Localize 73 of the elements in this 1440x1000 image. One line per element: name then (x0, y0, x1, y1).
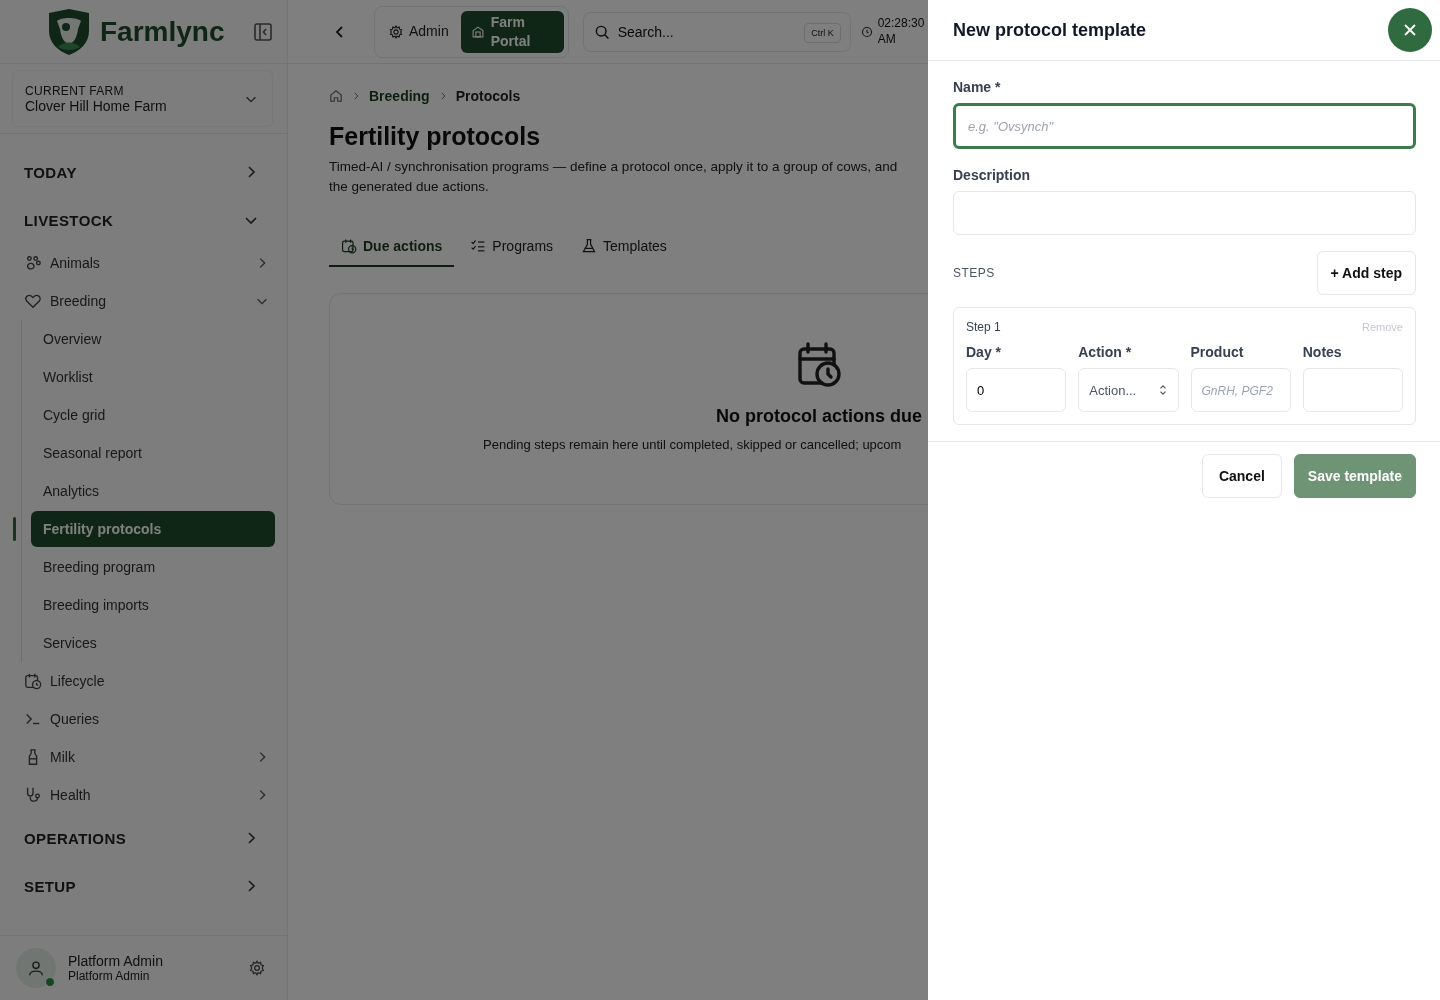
page-description: the generated due actions. (329, 178, 489, 196)
drawer-title: New protocol template (953, 19, 1147, 41)
collapse-sidebar-icon[interactable] (253, 21, 273, 42)
settings-icon[interactable] (249, 960, 265, 976)
portal-tab[interactable]: Farm Portal (460, 10, 564, 53)
nav-subitem[interactable]: Breeding program (31, 549, 275, 585)
clock-time: 02:28:30 AM (877, 15, 926, 48)
section-label: STEPS (953, 266, 995, 280)
calendar-clock-icon (341, 238, 357, 254)
nav-section[interactable]: LIVESTOCK (0, 196, 275, 244)
portal-tab[interactable]: Admin (379, 10, 459, 53)
text-field[interactable]: e.g. "Ovsynch" (953, 103, 1416, 149)
action-select[interactable]: Action... (1078, 368, 1179, 412)
breadcrumb-current: Protocols (455, 88, 521, 104)
farm-selector[interactable]: CURRENT FARM Clover Hill Home Farm (12, 70, 273, 127)
step-title: Step 1 (966, 320, 1001, 334)
nav-subitem[interactable]: Overview (31, 321, 275, 357)
user-icon (27, 959, 45, 977)
tab[interactable]: Due actions (329, 227, 455, 267)
empty-state-text: Pending steps remain here until completed, skipped or cancelled; upcom (483, 437, 902, 452)
close-button[interactable] (1388, 8, 1432, 52)
close-icon (1402, 22, 1418, 38)
chevron-right-icon (351, 91, 361, 101)
empty-state-title: No protocol actions due (716, 406, 922, 427)
nav-subitem[interactable]: Cycle grid (31, 397, 275, 433)
nav-section[interactable]: SETUP (0, 862, 275, 910)
field-label: Product (1190, 344, 1245, 360)
tab[interactable]: Templates (569, 227, 679, 267)
settings-icon (389, 24, 403, 39)
nav-subitem[interactable]: Fertility protocols (31, 511, 275, 547)
nav-item[interactable]: Milk (0, 738, 275, 776)
tab[interactable]: Programs (458, 227, 566, 267)
page-description: Timed-AI / synchronisation programs — define a protocol once, apply it to a group of cows, and (329, 158, 898, 176)
active-indicator (13, 517, 16, 541)
paw-icon (24, 254, 42, 272)
calendar-clock-icon (797, 342, 841, 388)
shortcut-hint: Ctrl K (804, 22, 841, 43)
field-label: Notes (1302, 344, 1343, 360)
add-step-button[interactable]: + Add step (1316, 251, 1416, 295)
chevron-up-down-icon (1157, 383, 1168, 397)
field-label: Day * (966, 344, 1003, 360)
heart-icon (24, 292, 42, 310)
field-label: Name * (953, 79, 1002, 95)
user-role: Platform Admin (68, 969, 151, 983)
text-field[interactable]: 0 (966, 368, 1067, 412)
nav-subitem[interactable]: Worklist (31, 359, 275, 395)
brand-name: Farmlync (100, 15, 226, 48)
nav-subitem[interactable]: Analytics (31, 473, 275, 509)
barn-icon (470, 24, 485, 39)
page-title: Fertility protocols (329, 122, 541, 151)
nav-subitem[interactable]: Breeding imports (31, 587, 275, 623)
checklist-icon (470, 238, 487, 254)
cancel-button[interactable]: Cancel (1201, 454, 1282, 498)
clock-icon (860, 25, 873, 38)
nav-item[interactable]: Lifecycle (0, 662, 275, 700)
steth-icon (24, 786, 42, 804)
nav-item[interactable]: Queries (0, 700, 275, 738)
backdrop-overlay[interactable] (0, 0, 928, 1000)
field-label: Description (953, 167, 1031, 183)
nav-section[interactable]: TODAY (0, 148, 275, 196)
nav-subitem[interactable]: Seasonal report (31, 435, 275, 471)
search-icon (593, 23, 610, 40)
nav-section[interactable]: OPERATIONS (0, 814, 275, 862)
nav-item[interactable]: Health (0, 776, 275, 814)
user-name: Platform Admin (68, 953, 164, 969)
field-label: Action * (1078, 344, 1133, 360)
breadcrumb-link[interactable]: Breeding (369, 88, 430, 104)
cal-icon (24, 672, 42, 690)
nav-item[interactable]: Breeding (0, 282, 275, 320)
nav-subitem[interactable]: Services (31, 625, 275, 661)
flask-icon (581, 238, 598, 254)
home-icon[interactable] (329, 89, 343, 103)
nav-item[interactable]: Animals (0, 244, 275, 282)
